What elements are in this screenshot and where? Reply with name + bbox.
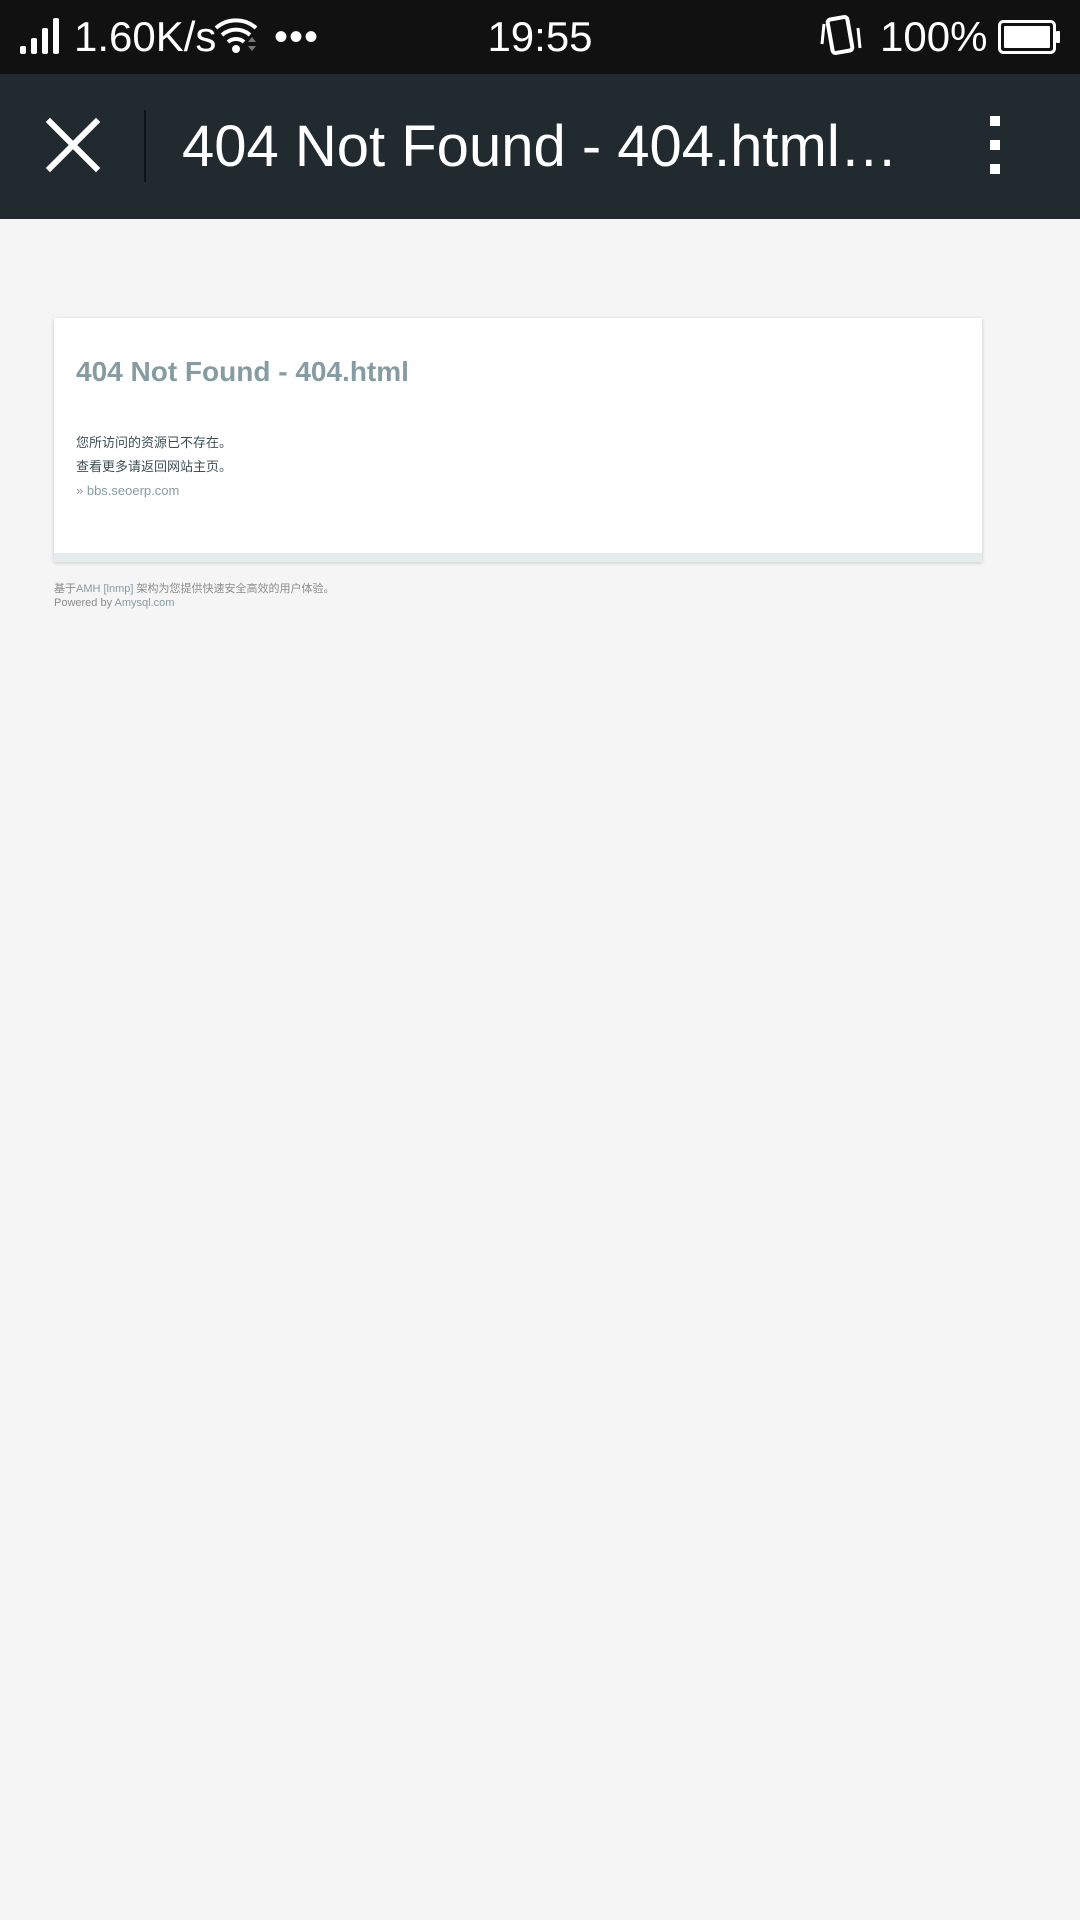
powered-prefix: Powered by — [54, 597, 115, 609]
page-footer: 基于AMH [lnmp] 架构为您提供快速安全高效的用户体验。 Powered … — [54, 582, 335, 610]
error-message: 您所访问的资源已不存在。 — [76, 435, 233, 450]
homepage-link-row: » bbs.seoerp.com — [76, 482, 179, 500]
close-icon[interactable] — [38, 110, 108, 180]
page-title: 404 Not Found - 404.html -... — [182, 114, 902, 179]
error-hint: 查看更多请返回网站主页。 — [76, 459, 233, 474]
homepage-link[interactable]: bbs.seoerp.com — [87, 483, 180, 498]
error-card: 404 Not Found - 404.html 您所访问的资源已不存在。 查看… — [54, 318, 982, 562]
amh-link[interactable]: AMH [lnmp] — [76, 583, 133, 595]
vibrate-icon — [820, 14, 862, 56]
footer-prefix: 基于 — [54, 583, 76, 595]
footer-credit: 基于AMH [lnmp] 架构为您提供快速安全高效的用户体验。 — [54, 582, 335, 596]
error-heading: 404 Not Found - 404.html — [76, 356, 409, 387]
toolbar-divider — [144, 110, 146, 182]
battery-percent: 100% — [880, 13, 988, 60]
link-prefix: » — [76, 483, 87, 498]
amysql-link[interactable]: Amysql.com — [115, 597, 175, 609]
more-vert-icon[interactable] — [980, 112, 1010, 180]
battery-icon — [998, 20, 1060, 54]
footer-suffix: 架构为您提供快速安全高效的用户体验。 — [133, 583, 335, 595]
card-footer-bar — [54, 553, 982, 562]
browser-toolbar: 404 Not Found - 404.html -... — [0, 74, 1080, 219]
status-bar: 1.60K/s ••• 19:55 100% — [0, 0, 1080, 74]
footer-powered: Powered by Amysql.com — [54, 596, 335, 610]
